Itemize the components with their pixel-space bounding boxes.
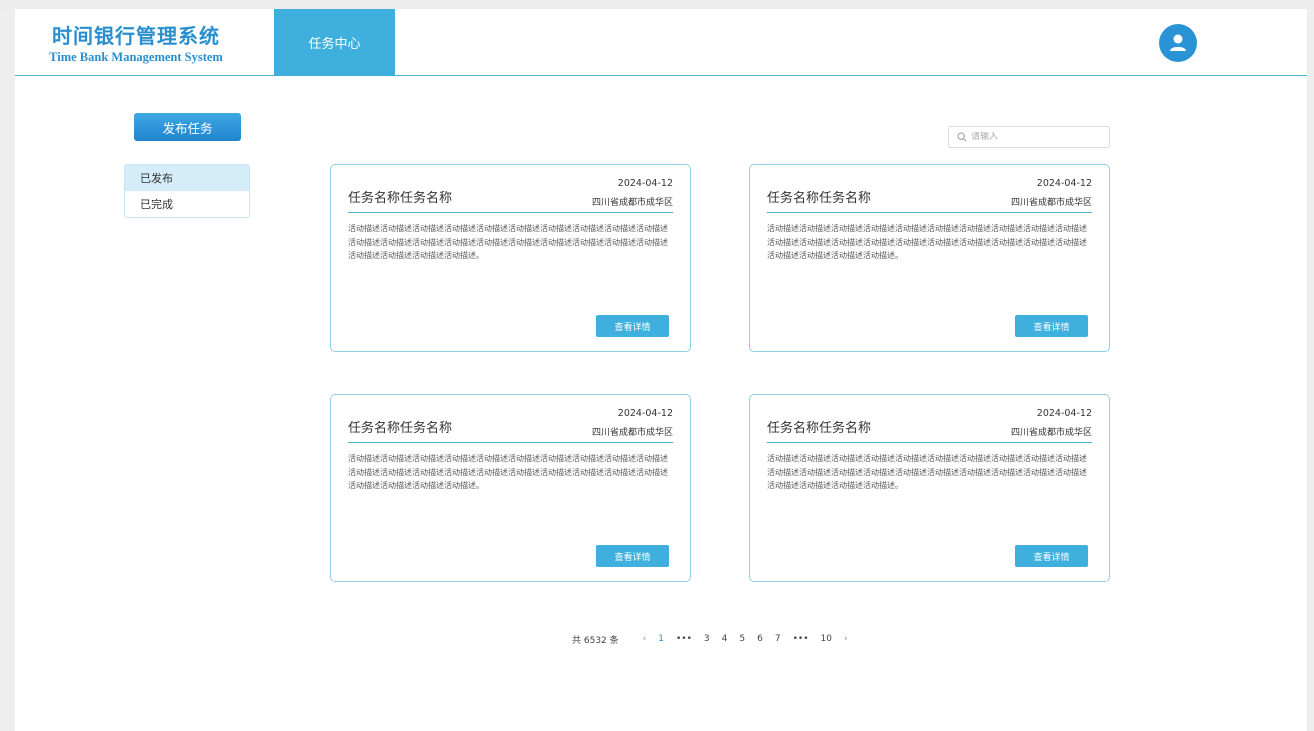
page-item[interactable]: 7 [775,634,781,644]
page-item[interactable]: 5 [739,634,745,644]
user-avatar[interactable] [1159,24,1197,62]
task-card: 任务名称任务名称 2024-04-12 四川省成都市成华区 活动描述活动描述活动… [330,394,691,582]
task-date: 2024-04-12 [617,178,673,189]
publish-task-button[interactable]: 发布任务 [134,113,241,141]
task-card: 任务名称任务名称 2024-04-12 四川省成都市成华区 活动描述活动描述活动… [749,394,1110,582]
divider [348,212,673,213]
task-address: 四川省成都市成华区 [591,428,673,438]
next-page-button[interactable]: › [844,634,848,644]
task-address: 四川省成都市成华区 [591,198,673,208]
page-item[interactable]: 10 [821,634,832,644]
task-date: 2024-04-12 [617,408,673,419]
view-details-button[interactable]: 查看详情 [1015,315,1088,337]
brand-logo: 时间银行管理系统 Time Bank Management System [36,23,236,65]
total-count: 共 6532 条 [572,635,619,646]
search-box[interactable] [948,126,1110,148]
page-item[interactable]: 4 [722,634,728,644]
header: 时间银行管理系统 Time Bank Management System 任务中… [15,9,1307,76]
task-title: 任务名称任务名称 [348,421,453,436]
task-card: 任务名称任务名称 2024-04-12 四川省成都市成华区 活动描述活动描述活动… [749,164,1110,352]
task-description: 活动描述活动描述活动描述活动描述活动描述活动描述活动描述活动描述活动描述活动描述… [767,454,1087,490]
view-details-button[interactable]: 查看详情 [596,545,669,567]
task-title: 任务名称任务名称 [767,191,872,206]
task-description: 活动描述活动描述活动描述活动描述活动描述活动描述活动描述活动描述活动描述活动描述… [767,224,1087,260]
side-item-published[interactable]: 已发布 [125,165,249,191]
tab-task-center[interactable]: 任务中心 [274,9,395,76]
task-description: 活动描述活动描述活动描述活动描述活动描述活动描述活动描述活动描述活动描述活动描述… [348,454,668,490]
pagination: 共 6532 条 ‹ 1 ••• 3 4 5 6 7 ••• 10 › [572,631,854,647]
page-item[interactable]: 6 [757,634,763,644]
divider [767,212,1092,213]
side-item-completed[interactable]: 已完成 [125,191,249,217]
top-strip [0,0,1314,9]
side-menu: 已发布 已完成 [124,164,250,218]
task-address: 四川省成都市成华区 [1010,428,1092,438]
task-address: 四川省成都市成华区 [1010,198,1092,208]
task-date: 2024-04-12 [1036,178,1092,189]
page-ellipsis[interactable]: ••• [793,634,809,644]
view-details-button[interactable]: 查看详情 [596,315,669,337]
user-icon [1170,34,1186,51]
page-item[interactable]: 1 [658,634,664,644]
page-item[interactable]: 3 [704,634,710,644]
task-card: 任务名称任务名称 2024-04-12 四川省成都市成华区 活动描述活动描述活动… [330,164,691,352]
task-description: 活动描述活动描述活动描述活动描述活动描述活动描述活动描述活动描述活动描述活动描述… [348,224,668,260]
prev-page-button[interactable]: ‹ [643,634,647,644]
divider [767,442,1092,443]
view-details-button[interactable]: 查看详情 [1015,545,1088,567]
task-title: 任务名称任务名称 [348,191,453,206]
search-input[interactable] [971,132,1101,142]
brand-title-en: Time Bank Management System [49,50,223,64]
divider [348,442,673,443]
search-icon [957,132,967,142]
task-title: 任务名称任务名称 [767,421,872,436]
task-date: 2024-04-12 [1036,408,1092,419]
brand-title-cn: 时间银行管理系统 [52,24,220,48]
page-ellipsis[interactable]: ••• [676,634,692,644]
page: 时间银行管理系统 Time Bank Management System 任务中… [15,9,1307,731]
